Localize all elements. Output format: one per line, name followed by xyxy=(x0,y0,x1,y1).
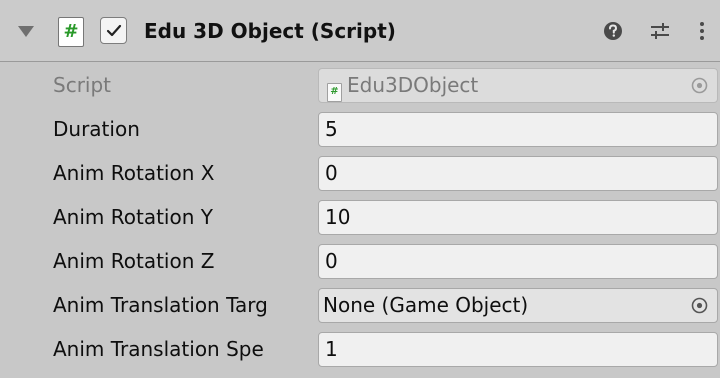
anim-translation-target-field[interactable]: None (Game Object) xyxy=(318,288,718,323)
field-label: Duration xyxy=(53,117,140,141)
field-row-anim-rotation-y: Anim Rotation Y 10 xyxy=(0,196,720,238)
field-value: None (Game Object) xyxy=(323,293,529,317)
field-label: Script xyxy=(53,73,112,97)
field-row-anim-rotation-x: Anim Rotation X 0 xyxy=(0,152,720,194)
anim-rotation-x-input[interactable]: 0 xyxy=(318,156,718,191)
field-row-anim-translation-target: Anim Translation Targ None (Game Object) xyxy=(0,284,720,326)
duration-input[interactable]: 5 xyxy=(318,112,718,147)
checkmark-icon xyxy=(106,24,122,37)
field-label: Anim Translation Spe xyxy=(53,337,264,361)
triangle-down-icon[interactable] xyxy=(18,26,34,37)
anim-rotation-z-input[interactable]: 0 xyxy=(318,244,718,279)
kebab-menu-icon[interactable] xyxy=(689,18,715,44)
field-value: Edu3DObject xyxy=(347,73,479,97)
field-label: Anim Translation Targ xyxy=(53,293,268,317)
component-title: Edu 3D Object (Script) xyxy=(144,19,396,43)
field-row-anim-translation-speed: Anim Translation Spe 1 xyxy=(0,328,720,370)
field-row-script: Script # Edu3DObject xyxy=(0,64,720,106)
field-label: Anim Rotation Y xyxy=(53,205,213,229)
component-header[interactable]: # Edu 3D Object (Script) xyxy=(0,0,720,62)
anim-rotation-y-input[interactable]: 10 xyxy=(318,200,718,235)
object-picker-icon[interactable] xyxy=(689,295,710,316)
object-picker-icon xyxy=(691,77,708,94)
field-row-duration: Duration 5 xyxy=(0,108,720,150)
help-icon[interactable] xyxy=(600,18,626,44)
field-row-anim-rotation-z: Anim Rotation Z 0 xyxy=(0,240,720,282)
inspector-component-panel: # Edu 3D Object (Script) Script # Edu3DO… xyxy=(0,0,720,378)
enable-checkbox[interactable] xyxy=(100,17,127,44)
field-label: Anim Rotation X xyxy=(53,161,215,185)
script-asset-icon: # xyxy=(327,83,342,102)
presets-icon[interactable] xyxy=(647,18,673,44)
script-object-field: # Edu3DObject xyxy=(318,68,718,103)
field-label: Anim Rotation Z xyxy=(53,249,215,273)
anim-translation-speed-input[interactable]: 1 xyxy=(318,332,718,367)
script-icon: # xyxy=(58,17,84,47)
